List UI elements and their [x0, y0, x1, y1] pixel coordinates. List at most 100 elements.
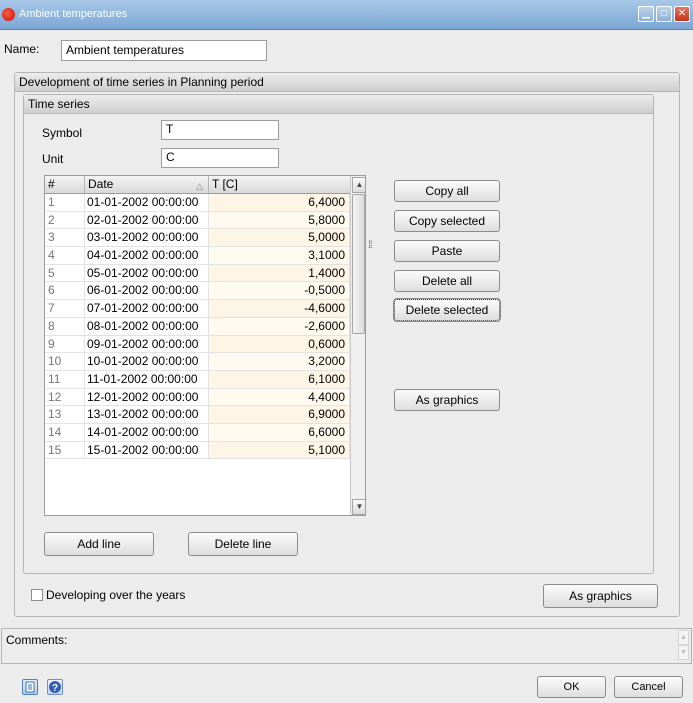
time-series-group-title: Time series: [24, 95, 653, 114]
temperature-cell[interactable]: 3,2000: [209, 353, 350, 371]
add-line-button[interactable]: Add line: [44, 532, 154, 556]
date-cell[interactable]: 13-01-2002 00:00:00: [85, 406, 209, 424]
row-number-cell[interactable]: 1: [45, 194, 85, 212]
row-number-cell[interactable]: 8: [45, 317, 85, 336]
comments-box[interactable]: Comments: ▲ ▼: [1, 628, 692, 664]
row-number-cell[interactable]: 10: [45, 353, 85, 371]
table-row[interactable]: 14 14-01-2002 00:00:00 6,6000: [45, 423, 350, 442]
date-cell[interactable]: 03-01-2002 00:00:00: [85, 229, 209, 248]
temperature-cell[interactable]: -0,5000: [209, 282, 350, 301]
date-cell[interactable]: 08-01-2002 00:00:00: [85, 317, 209, 336]
temperature-cell[interactable]: 6,4000: [209, 194, 350, 212]
temperature-cell[interactable]: 4,4000: [209, 388, 350, 407]
unit-label: Unit: [42, 152, 64, 166]
date-cell[interactable]: 04-01-2002 00:00:00: [85, 247, 209, 265]
date-cell[interactable]: 09-01-2002 00:00:00: [85, 335, 209, 354]
row-number-cell[interactable]: 6: [45, 282, 85, 301]
copy-selected-button[interactable]: Copy selected: [394, 210, 500, 232]
delete-line-button[interactable]: Delete line: [188, 532, 298, 556]
name-input[interactable]: Ambient temperatures: [61, 40, 267, 61]
temperature-cell[interactable]: 1,4000: [209, 264, 350, 283]
column-header-temperature[interactable]: T [C]: [209, 176, 350, 193]
close-icon[interactable]: ✕: [674, 6, 690, 22]
grip-icon[interactable]: ⁞⁞: [368, 240, 372, 251]
table-row[interactable]: 11 11-01-2002 00:00:00 6,1000: [45, 370, 350, 389]
time-series-table[interactable]: # Date △ T [C] 1 01-01-2002 00:00:00 6,400…: [44, 175, 366, 516]
scroll-down-icon[interactable]: ▼: [352, 499, 365, 515]
table-row[interactable]: 13 13-01-2002 00:00:00 6,9000: [45, 406, 350, 424]
table-row[interactable]: 9 09-01-2002 00:00:00 0,6000: [45, 335, 350, 354]
comments-scrollbar[interactable]: ▲ ▼: [678, 630, 690, 662]
comments-scroll-up-icon[interactable]: ▲: [678, 630, 689, 645]
scroll-up-icon[interactable]: ▲: [352, 177, 365, 193]
table-scrollbar[interactable]: ▲ ▼: [350, 176, 365, 515]
row-number-cell[interactable]: 2: [45, 211, 85, 230]
date-cell[interactable]: 14-01-2002 00:00:00: [85, 423, 209, 442]
temperature-cell[interactable]: 6,1000: [209, 370, 350, 389]
copy-all-button[interactable]: Copy all: [394, 180, 500, 202]
date-cell[interactable]: 11-01-2002 00:00:00: [85, 370, 209, 389]
temperature-cell[interactable]: 0,6000: [209, 335, 350, 354]
row-number-cell[interactable]: 3: [45, 229, 85, 248]
table-row[interactable]: 8 08-01-2002 00:00:00 -2,6000: [45, 317, 350, 336]
symbol-input[interactable]: T: [161, 120, 279, 140]
table-row[interactable]: 15 15-01-2002 00:00:00 5,1000: [45, 441, 350, 460]
document-icon[interactable]: [22, 679, 38, 695]
temperature-cell[interactable]: -4,6000: [209, 300, 350, 318]
temperature-cell[interactable]: 5,0000: [209, 229, 350, 248]
row-number-cell[interactable]: 14: [45, 423, 85, 442]
help-icon-glyph: ?: [49, 681, 61, 694]
row-number-cell[interactable]: 11: [45, 370, 85, 389]
help-icon[interactable]: ?: [47, 679, 63, 695]
cancel-button[interactable]: Cancel: [614, 676, 683, 698]
unit-input[interactable]: C: [161, 148, 279, 168]
minimize-icon[interactable]: ▁: [638, 6, 654, 22]
table-row[interactable]: 3 03-01-2002 00:00:00 5,0000: [45, 229, 350, 248]
table-row[interactable]: 6 06-01-2002 00:00:00 -0,5000: [45, 282, 350, 301]
column-header-date-label: Date: [88, 177, 114, 191]
table-row[interactable]: 1 01-01-2002 00:00:00 6,4000: [45, 194, 350, 212]
date-cell[interactable]: 12-01-2002 00:00:00: [85, 388, 209, 407]
date-cell[interactable]: 07-01-2002 00:00:00: [85, 300, 209, 318]
developing-over-years-checkbox[interactable]: [31, 589, 43, 601]
row-number-cell[interactable]: 13: [45, 406, 85, 424]
title-bar[interactable]: Ambient temperatures ▁ □ ✕: [0, 0, 693, 30]
table-row[interactable]: 12 12-01-2002 00:00:00 4,4000: [45, 388, 350, 407]
temperature-cell[interactable]: 6,9000: [209, 406, 350, 424]
temperature-cell[interactable]: 3,1000: [209, 247, 350, 265]
table-row[interactable]: 4 04-01-2002 00:00:00 3,1000: [45, 247, 350, 265]
developing-over-years-label: Developing over the years: [46, 588, 186, 602]
temperature-cell[interactable]: -2,6000: [209, 317, 350, 336]
paste-button[interactable]: Paste: [394, 240, 500, 262]
table-row[interactable]: 5 05-01-2002 00:00:00 1,4000: [45, 264, 350, 283]
row-number-cell[interactable]: 15: [45, 441, 85, 460]
delete-selected-button[interactable]: Delete selected: [393, 298, 501, 322]
date-cell[interactable]: 02-01-2002 00:00:00: [85, 211, 209, 230]
maximize-icon[interactable]: □: [656, 6, 672, 22]
ok-button[interactable]: OK: [537, 676, 606, 698]
as-graphics-button-outer[interactable]: As graphics: [543, 584, 658, 608]
row-number-cell[interactable]: 5: [45, 264, 85, 283]
table-row[interactable]: 2 02-01-2002 00:00:00 5,8000: [45, 211, 350, 230]
temperature-cell[interactable]: 6,6000: [209, 423, 350, 442]
column-header-date[interactable]: Date △: [85, 176, 209, 193]
date-cell[interactable]: 01-01-2002 00:00:00: [85, 194, 209, 212]
scroll-thumb[interactable]: [352, 194, 365, 334]
date-cell[interactable]: 10-01-2002 00:00:00: [85, 353, 209, 371]
temperature-cell[interactable]: 5,1000: [209, 441, 350, 460]
row-number-cell[interactable]: 9: [45, 335, 85, 354]
table-row[interactable]: 7 07-01-2002 00:00:00 -4,6000: [45, 300, 350, 318]
comments-scroll-down-icon[interactable]: ▼: [678, 645, 689, 660]
date-cell[interactable]: 15-01-2002 00:00:00: [85, 441, 209, 460]
table-row[interactable]: 10 10-01-2002 00:00:00 3,2000: [45, 353, 350, 371]
row-number-cell[interactable]: 4: [45, 247, 85, 265]
delete-all-button[interactable]: Delete all: [394, 270, 500, 292]
temperature-cell[interactable]: 5,8000: [209, 211, 350, 230]
date-cell[interactable]: 05-01-2002 00:00:00: [85, 264, 209, 283]
table-rows: 1 01-01-2002 00:00:00 6,4000 2 02-01-2002 00…: [45, 194, 350, 460]
as-graphics-button-inner[interactable]: As graphics: [394, 389, 500, 411]
date-cell[interactable]: 06-01-2002 00:00:00: [85, 282, 209, 301]
row-number-cell[interactable]: 7: [45, 300, 85, 318]
row-number-cell[interactable]: 12: [45, 388, 85, 407]
column-header-number[interactable]: #: [45, 176, 85, 193]
